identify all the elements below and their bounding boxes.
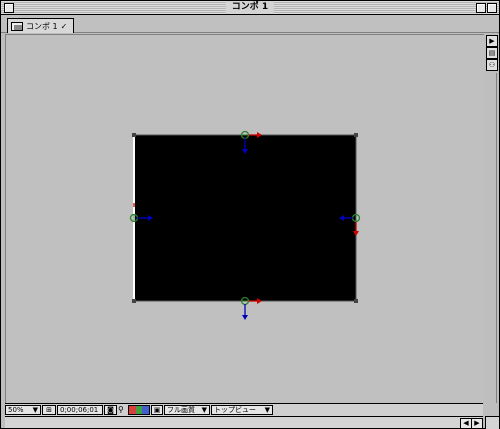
timecode-field[interactable]: 0;00;06;01 (57, 405, 103, 415)
scroll-right-icon[interactable]: ▶ (471, 418, 483, 429)
corner-handle-br[interactable] (354, 299, 358, 303)
safe-margins-icon: ⊞ (46, 406, 52, 414)
canvas-svg (129, 130, 361, 321)
region-of-interest-button[interactable]: ▣ (151, 405, 163, 415)
zoom-value: 50% (8, 406, 24, 414)
collapse-box-icon[interactable] (487, 3, 497, 13)
zoom-dropdown[interactable]: 50% ▼ (5, 405, 41, 415)
roi-icon: ▣ (153, 406, 161, 414)
resolution-dropdown[interactable]: フル画質 ▼ (164, 405, 210, 415)
zoom-box-icon[interactable] (476, 3, 486, 13)
window-title: コンポ 1 (225, 1, 275, 14)
composition-icon (11, 21, 23, 31)
view-dropdown[interactable]: トップビュー ▼ (211, 405, 273, 415)
safe-margins-button[interactable]: ⊞ (42, 405, 56, 415)
viewer-sidebar: ▶ ▤ ⚇ (485, 33, 498, 403)
corner-handle-tl[interactable] (132, 133, 136, 137)
resize-grip-icon[interactable] (485, 416, 499, 429)
tab-close-icon[interactable]: ✓ (61, 22, 68, 31)
camera-icon: ◙ (107, 406, 114, 414)
corner-handle-tr[interactable] (354, 133, 358, 137)
title-bar[interactable]: コンポ 1 (1, 1, 499, 15)
horizontal-scrollbar[interactable]: ◀ ▶ (5, 416, 483, 429)
chevron-down-icon: ▼ (264, 406, 270, 414)
bottom-toolbar: 50% ▼ ⊞ 0;00;06;01 ◙ ⚲ ▣ フル画質 ▼ トップビュー ▼ (5, 403, 483, 416)
green-channel-icon[interactable] (135, 406, 143, 414)
red-channel-icon[interactable] (129, 406, 136, 414)
snapshot-button[interactable]: ◙ (104, 405, 117, 415)
sidebar-menu-button[interactable]: ▶ (486, 35, 498, 47)
comp-frame[interactable] (133, 134, 357, 302)
chevron-down-icon: ▼ (201, 406, 207, 414)
close-box-icon[interactable] (4, 3, 14, 13)
chevron-down-icon: ▼ (32, 406, 38, 414)
tab-strip: コンポ 1 ✓ (1, 15, 499, 33)
sidebar-flowchart-button[interactable]: ⚇ (486, 59, 498, 71)
sidebar-view-button[interactable]: ▤ (486, 47, 498, 59)
sidebar-divider (496, 73, 497, 403)
composition-window: コンポ 1 コンポ 1 ✓ ▶ ▤ ⚇ 50% ▼ ⊞ 0;00;06;01 ◙… (0, 0, 500, 429)
corner-handle-bl[interactable] (132, 299, 136, 303)
show-snapshot-icon[interactable]: ⚲ (118, 405, 127, 415)
tab-composition[interactable]: コンポ 1 ✓ (7, 18, 75, 33)
tab-label: コンポ 1 (26, 21, 58, 31)
blue-channel-icon[interactable] (142, 406, 150, 414)
composition-viewer[interactable] (5, 34, 484, 403)
handle-bottom[interactable] (240, 296, 263, 321)
view-value: トップビュー (214, 406, 256, 414)
resolution-value: フル画質 (167, 406, 195, 414)
channel-buttons[interactable] (128, 405, 150, 415)
timecode-value: 0;00;06;01 (60, 406, 99, 414)
